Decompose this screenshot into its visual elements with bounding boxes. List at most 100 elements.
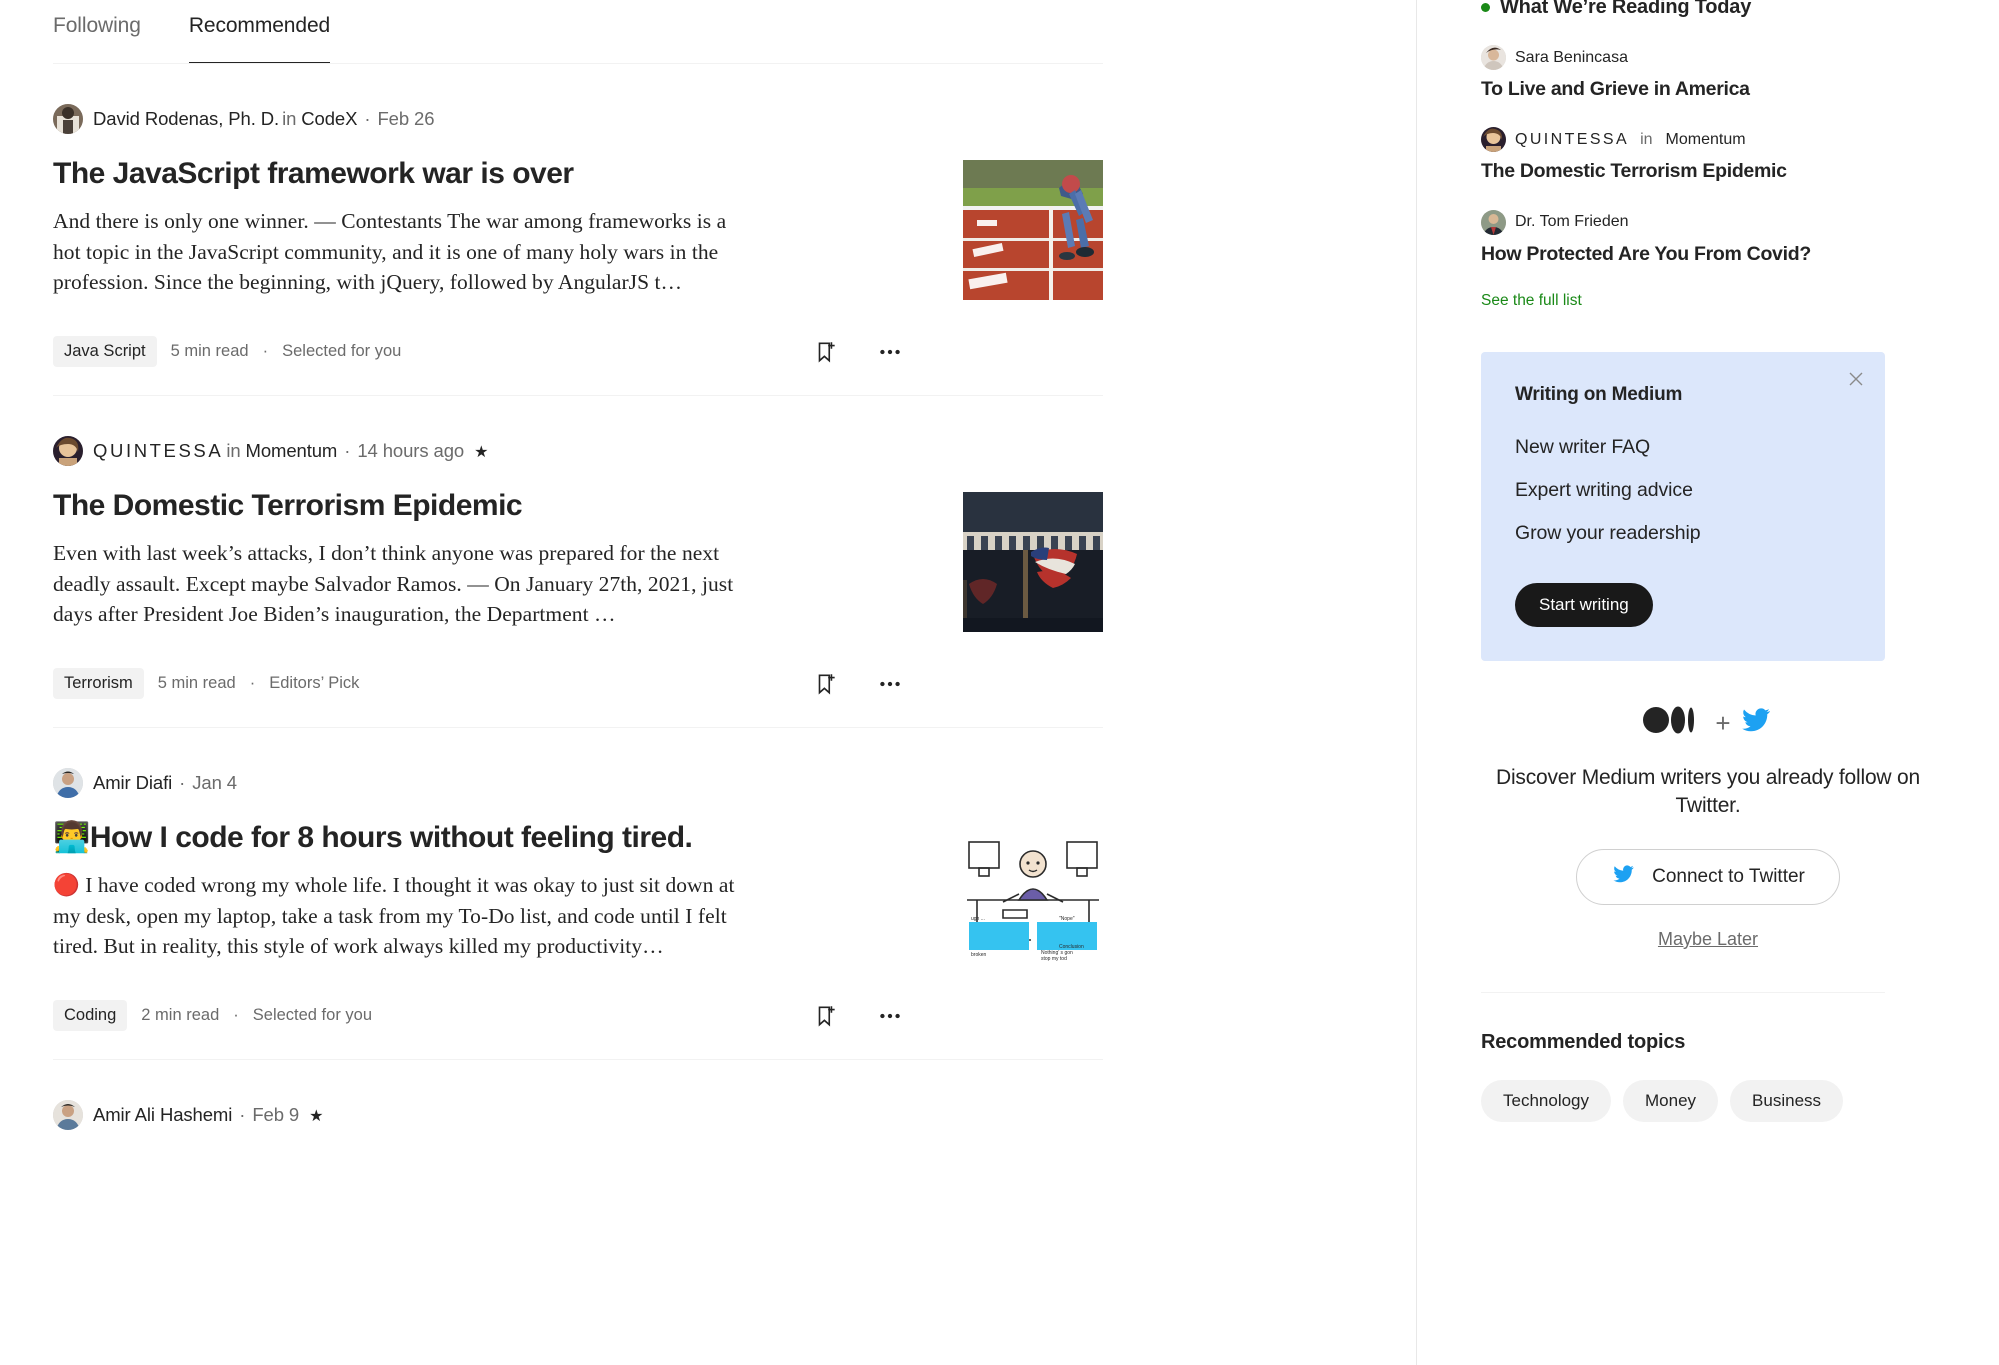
connect-to-twitter-label: Connect to Twitter — [1652, 865, 1805, 887]
topic-pill-technology[interactable]: Technology — [1481, 1079, 1612, 1122]
maybe-later-link[interactable]: Maybe Later — [1481, 929, 1935, 950]
article-footer: Terrorism 5 min read · Editors’ Pick — [53, 668, 903, 699]
bookmark-add-icon[interactable] — [813, 1003, 839, 1029]
reading-item-title[interactable]: How Protected Are You From Covid? — [1481, 242, 1935, 266]
article-byline: Amir Diafi · Jan 4 — [53, 768, 1103, 798]
recommendation-reason: Selected for you — [252, 1006, 373, 1024]
in-label: in — [226, 440, 241, 461]
writing-promo-card: Writing on Medium New writer FAQ Expert … — [1481, 352, 1885, 662]
article-title[interactable]: The Domestic Terrorism Epidemic — [53, 488, 753, 524]
article-footer: Java Script 5 min read · Selected for yo… — [53, 336, 903, 367]
article-excerpt: 🔴 I have coded wrong my whole life. I th… — [53, 873, 735, 959]
article-card[interactable]: Amir Diafi · Jan 4 👨‍💻How I code for 8 h… — [53, 728, 1103, 1060]
twitter-icon — [1611, 863, 1636, 891]
byline-text: Amir Ali Hashemi · Feb 9 ★ — [93, 1104, 323, 1126]
avatar[interactable] — [53, 436, 83, 466]
close-icon[interactable] — [1847, 370, 1865, 388]
reading-item-title[interactable]: To Live and Grieve in America — [1481, 77, 1935, 101]
title-text: How I code for 8 hours without feeling t… — [89, 821, 693, 854]
author-name[interactable]: David Rodenas, Ph. D. — [93, 108, 279, 130]
promo-title: Writing on Medium — [1515, 384, 1683, 406]
reading-item-author[interactable]: QUINTESSA — [1515, 131, 1629, 149]
avatar[interactable] — [53, 768, 83, 798]
article-byline: Amir Ali Hashemi · Feb 9 ★ — [53, 1100, 1103, 1130]
avatar[interactable] — [1481, 45, 1506, 70]
article-text: The Domestic Terrorism Epidemic Even wit… — [53, 488, 753, 632]
recommended-topics-list: Technology Money Business — [1481, 1079, 1935, 1122]
feed-column: Following Recommended David Rodenas, Ph.… — [0, 0, 1417, 1365]
tab-recommended[interactable]: Recommended — [188, 14, 331, 64]
reading-item-author[interactable]: Sara Benincasa — [1515, 49, 1628, 67]
article-meta: Java Script 5 min read · Selected for yo… — [53, 336, 401, 367]
reading-item-byline: Dr. Tom Frieden — [1481, 209, 1935, 235]
reading-today-heading: What We’re Reading Today — [1481, 0, 1935, 19]
article-title[interactable]: 👨‍💻How I code for 8 hours without feelin… — [53, 820, 753, 856]
more-options-icon[interactable] — [877, 339, 903, 365]
more-options-icon[interactable] — [877, 1003, 903, 1029]
bookmark-add-icon[interactable] — [813, 671, 839, 697]
avatar[interactable] — [53, 1100, 83, 1130]
article-tag[interactable]: Java Script — [53, 336, 157, 367]
avatar[interactable] — [1481, 209, 1506, 235]
plus-icon: + — [1715, 707, 1731, 738]
publication-name[interactable]: CodeX — [301, 108, 357, 130]
medium-feed-page: Following Recommended David Rodenas, Ph.… — [0, 0, 1999, 1365]
medium-logo-icon — [1643, 705, 1707, 740]
recommended-topics-heading: Recommended topics — [1481, 1030, 1686, 1053]
see-full-list-link[interactable]: See the full list — [1481, 292, 1582, 310]
topic-pill-money[interactable]: Money — [1623, 1079, 1719, 1122]
twitter-connect-block: + Discover Medium writers you already fo… — [1481, 705, 1935, 950]
reading-list-item[interactable]: Sara Benincasa To Live and Grieve in Ame… — [1481, 45, 1935, 101]
reading-item-author[interactable]: Dr. Tom Frieden — [1515, 213, 1629, 231]
publication-name[interactable]: Momentum — [1666, 131, 1746, 149]
article-byline: QUINTESSA in Momentum · 14 hours ago ★ — [53, 436, 1103, 466]
article-footer: Coding 2 min read · Selected for you — [53, 1000, 903, 1031]
in-label: in — [282, 108, 297, 129]
article-card[interactable]: David Rodenas, Ph. D. in CodeX · Feb 26 … — [53, 64, 1103, 396]
article-thumbnail[interactable]: ugh ... "Nope" broken Nothing’ s gon sto… — [963, 824, 1103, 964]
article-text: 👨‍💻How I code for 8 hours without feelin… — [53, 820, 753, 964]
author-name[interactable]: Amir Ali Hashemi — [93, 1104, 232, 1126]
reading-item-byline: QUINTESSA in Momentum — [1481, 127, 1935, 153]
bookmark-add-icon[interactable] — [813, 339, 839, 365]
in-label: in — [1640, 130, 1653, 148]
reading-list-item[interactable]: QUINTESSA in Momentum The Domestic Terro… — [1481, 127, 1935, 183]
svg-text:"Nope": "Nope" — [1059, 916, 1075, 922]
article-excerpt: Even with last week’s attacks, I don’t t… — [53, 541, 734, 627]
brand-logos: + — [1481, 705, 1935, 740]
byline-separator: · — [179, 772, 186, 793]
avatar[interactable] — [53, 104, 83, 134]
article-thumbnail[interactable] — [963, 160, 1103, 300]
promo-link-expert-writing-advice[interactable]: Expert writing advice — [1515, 479, 1851, 502]
article-thumbnail[interactable] — [963, 492, 1103, 632]
article-body: The Domestic Terrorism Epidemic Even wit… — [53, 488, 1103, 632]
avatar[interactable] — [1481, 127, 1506, 153]
promo-link-new-writer-faq[interactable]: New writer FAQ — [1515, 436, 1851, 459]
promo-link-grow-your-readership[interactable]: Grow your readership — [1515, 522, 1851, 545]
article-tag[interactable]: Coding — [53, 1000, 128, 1031]
article-tag[interactable]: Terrorism — [53, 668, 144, 699]
byline-separator: · — [344, 440, 351, 461]
publication-name[interactable]: Momentum — [246, 440, 338, 462]
reading-list-item[interactable]: Dr. Tom Frieden How Protected Are You Fr… — [1481, 209, 1935, 266]
twitter-connect-copy: Discover Medium writers you already foll… — [1496, 766, 1920, 818]
author-name[interactable]: QUINTESSA — [93, 440, 223, 462]
article-card[interactable]: Amir Ali Hashemi · Feb 9 ★ — [53, 1060, 1103, 1180]
svg-text:ugh ...: ugh ... — [971, 916, 985, 922]
article-card[interactable]: QUINTESSA in Momentum · 14 hours ago ★ T… — [53, 396, 1103, 728]
byline-separator: · — [364, 108, 371, 129]
author-name[interactable]: Amir Diafi — [93, 772, 172, 794]
topic-pill-business[interactable]: Business — [1730, 1079, 1844, 1122]
reading-item-title[interactable]: The Domestic Terrorism Epidemic — [1481, 159, 1935, 183]
connect-to-twitter-button[interactable]: Connect to Twitter — [1576, 848, 1840, 905]
start-writing-button[interactable]: Start writing — [1515, 583, 1653, 628]
svg-text:stop my tod: stop my tod — [1041, 956, 1067, 962]
article-title[interactable]: The JavaScript framework war is over — [53, 156, 753, 192]
reading-today-title: What We’re Reading Today — [1500, 0, 1752, 18]
more-options-icon[interactable] — [877, 671, 903, 697]
svg-text:broken: broken — [971, 952, 987, 958]
article-date: Feb 26 — [377, 108, 435, 129]
read-time: 2 min read — [141, 1006, 220, 1024]
article-excerpt: And there is only one winner. — Contesta… — [53, 209, 727, 295]
tab-following[interactable]: Following — [53, 14, 141, 64]
